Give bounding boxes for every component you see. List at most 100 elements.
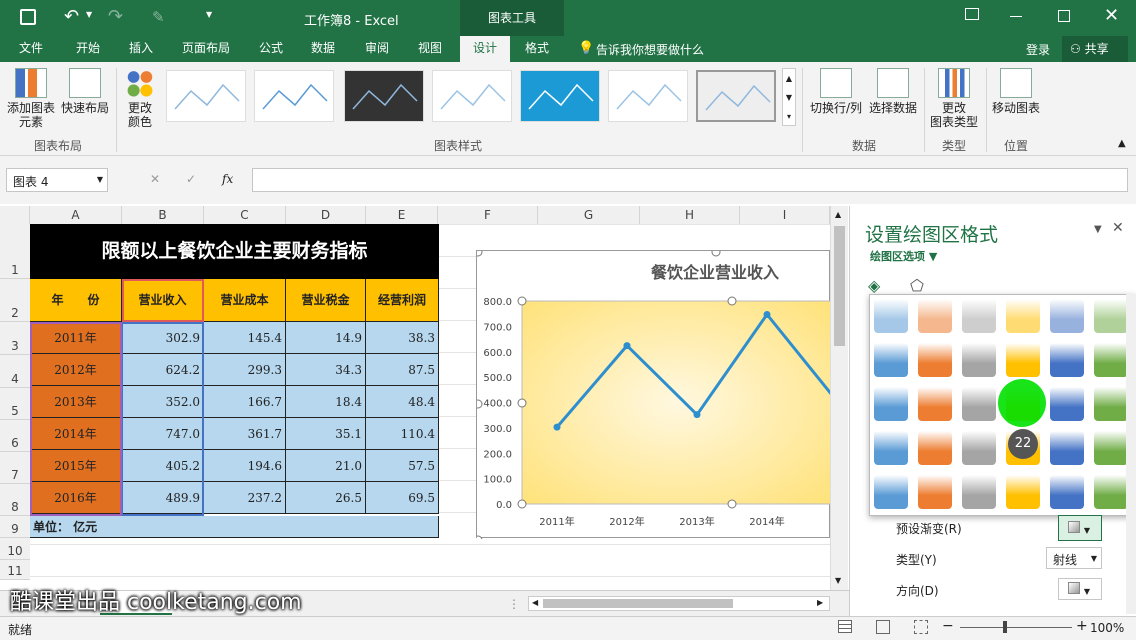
gradient-swatch-r3c5[interactable] [1050,387,1084,421]
gradient-swatch-r4c6[interactable] [1094,431,1128,465]
horizontal-scrollbar[interactable]: ◀ ▶ [528,596,830,611]
row-header-8[interactable]: 8 [0,484,30,516]
gradient-swatch-r5c2[interactable] [918,475,952,509]
row-header-11[interactable]: 11 [0,560,30,580]
collapse-ribbon-icon[interactable]: ▲ [1118,138,1126,149]
preset-gradient-dropdown[interactable]: ▼ [1058,515,1102,541]
switch-row-col-button[interactable]: 切换行/列 [806,68,866,115]
type-dropdown[interactable]: 射线 ▼ [1046,547,1102,569]
column-header-d[interactable]: D [286,206,366,224]
row-header-1[interactable]: 1 [0,224,30,279]
gradient-swatch-r1c3[interactable] [962,299,996,333]
row-header-6[interactable]: 6 [0,420,30,452]
tab-format[interactable]: 格式 [514,36,560,62]
scroll-down-icon[interactable]: ▼ [835,576,841,585]
gradient-swatch-r4c1[interactable] [874,431,908,465]
zoom-in-icon[interactable]: + [1076,618,1088,634]
column-header-i[interactable]: I [740,206,830,224]
save-icon[interactable] [20,9,36,25]
zoom-out-icon[interactable]: − [942,618,954,634]
move-chart-button[interactable]: 移动图表 [988,68,1044,115]
redo-icon[interactable]: ↷ [108,6,123,27]
tab-page-layout[interactable]: 页面布局 [174,36,238,62]
scroll-thumb[interactable] [834,226,845,346]
qat-customize-icon[interactable]: ▼ [206,10,212,19]
tell-me-input[interactable]: 告诉我你想要做什么 [596,41,704,58]
zoom-thumb[interactable] [1003,621,1007,633]
scroll-left-icon[interactable]: ◀ [532,598,538,607]
plot-area-options-link[interactable]: 绘图区选项 ▼ [870,248,937,264]
close-icon[interactable]: ✕ [1104,5,1119,26]
gradient-swatch-r3c2[interactable] [918,387,952,421]
gradient-swatch-r2c6[interactable] [1094,343,1128,377]
enter-icon[interactable]: ✓ [186,172,196,186]
row-header-9[interactable]: 9 [0,516,30,538]
direction-dropdown[interactable]: ▼ [1058,578,1102,600]
gradient-swatch-r1c6[interactable] [1094,299,1128,333]
tab-data[interactable]: 数据 [302,36,344,62]
pane-close-icon[interactable]: ✕ [1112,220,1124,236]
add-chart-element-button[interactable]: 添加图表 元素 [4,68,58,129]
gradient-swatch-r4c3[interactable] [962,431,996,465]
gradient-swatch-r5c3[interactable] [962,475,996,509]
chart-style-3[interactable] [344,70,424,122]
quick-layout-button[interactable]: 快速布局 [58,68,112,115]
normal-view-icon[interactable] [838,620,852,633]
gradient-swatch-r2c4[interactable] [1006,343,1040,377]
chart-style-1[interactable] [166,70,246,122]
select-all[interactable] [0,206,30,224]
tab-formulas[interactable]: 公式 [250,36,292,62]
maximize-icon[interactable] [1058,10,1070,22]
tab-view[interactable]: 视图 [408,36,452,62]
column-header-c[interactable]: C [204,206,286,224]
format-painter-icon[interactable]: ✎ [152,8,165,26]
gradient-swatch-r3c3[interactable] [962,387,996,421]
gradient-swatch-r4c5[interactable] [1050,431,1084,465]
row-header-2[interactable]: 2 [0,279,30,322]
tab-file[interactable]: 文件 [8,36,54,62]
chart-style-4[interactable] [432,70,512,122]
gradient-swatch-r5c4[interactable] [1006,475,1040,509]
vertical-scrollbar[interactable]: ▲ ▼ [830,206,848,590]
gradient-swatch-r3c6[interactable] [1094,387,1128,421]
chart[interactable]: 餐饮企业营业收入 800.0 700.0 600.0 500.0 400.0 300.0 20… [476,250,831,539]
gradient-swatch-r1c4[interactable] [1006,299,1040,333]
gradient-swatch-r2c5[interactable] [1050,343,1084,377]
pane-scrollbar[interactable] [1126,294,1136,614]
change-chart-type-button[interactable]: 更改 图表类型 [926,68,982,129]
gradient-swatch-r1c2[interactable] [918,299,952,333]
column-header-a[interactable]: A [30,206,122,224]
fill-line-icon[interactable]: ◈ [868,276,880,295]
page-break-icon[interactable] [914,620,928,634]
row-header-7[interactable]: 7 [0,452,30,484]
column-header-e[interactable]: E [366,206,438,224]
scroll-up-icon[interactable]: ▲ [835,210,841,219]
pane-options-icon[interactable]: ▼ [1094,224,1102,235]
gradient-swatch-r2c3[interactable] [962,343,996,377]
row-header-3[interactable]: 3 [0,322,30,355]
tab-review[interactable]: 审阅 [354,36,400,62]
tab-insert[interactable]: 插入 [118,36,164,62]
name-box[interactable]: 图表 4 ▼ [6,168,108,192]
page-layout-icon[interactable] [876,620,890,634]
minimize-icon[interactable] [1010,16,1022,17]
function-icon[interactable]: fx [222,172,233,186]
column-header-h[interactable]: H [640,206,740,224]
cancel-icon[interactable]: ✕ [150,172,160,186]
undo-dropdown-icon[interactable]: ▼ [86,10,92,19]
gradient-swatch-r1c5[interactable] [1050,299,1084,333]
row-header-5[interactable]: 5 [0,388,30,420]
login-link[interactable]: 登录 [1026,41,1050,58]
column-header-f[interactable]: F [438,206,538,224]
gradient-swatch-r5c5[interactable] [1050,475,1084,509]
tab-design[interactable]: 设计 [460,36,510,62]
ribbon-display-icon[interactable] [965,8,979,20]
zoom-level[interactable]: 100% [1090,621,1124,635]
gradient-swatch-r3c1[interactable] [874,387,908,421]
gradient-swatch-r5c1[interactable] [874,475,908,509]
scroll-right-icon[interactable]: ▶ [817,598,823,607]
gradient-swatch-r2c1[interactable] [874,343,908,377]
gradient-swatch-r4c2[interactable] [918,431,952,465]
change-colors-button[interactable]: 更改 颜色 [118,68,162,129]
row-header-10[interactable]: 10 [0,538,30,560]
